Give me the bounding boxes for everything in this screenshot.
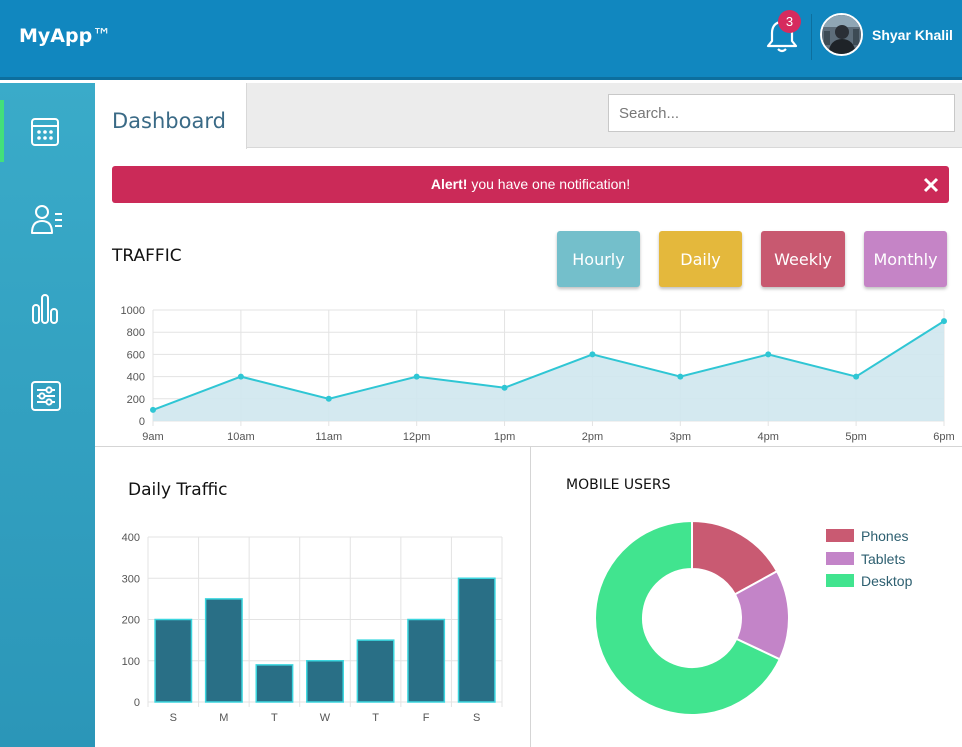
daily-traffic-title: Daily Traffic: [128, 480, 228, 500]
tab-dashboard[interactable]: Dashboard: [95, 83, 247, 149]
bar: [356, 639, 395, 703]
hourly-button[interactable]: Hourly: [557, 231, 640, 287]
daily-bar-chart: 0 100 200 300 400 S M T W T F S: [122, 532, 503, 724]
logo-main: MyApp: [19, 25, 93, 47]
bar-stats-icon: [32, 294, 58, 324]
monthly-button[interactable]: Monthly: [864, 231, 947, 287]
weekly-button[interactable]: Weekly: [761, 231, 845, 287]
x-tick-label: T: [271, 712, 278, 724]
data-point: [413, 373, 420, 380]
calendar-icon: [31, 118, 59, 146]
legend-swatch: [826, 574, 854, 587]
sidebar: [0, 83, 95, 747]
data-point: [853, 373, 860, 380]
user-list-icon: [31, 205, 62, 234]
legend-label: Phones: [861, 528, 909, 544]
notification-badge: 3: [778, 10, 801, 33]
x-tick-label: 6pm: [933, 431, 954, 443]
x-tick-label: M: [219, 712, 228, 724]
data-point: [765, 351, 772, 358]
x-tick-label: W: [320, 712, 331, 724]
x-tick-label: 11am: [315, 431, 342, 443]
bar: [306, 660, 344, 703]
y-tick-label: 0: [139, 416, 145, 428]
data-point: [677, 373, 684, 380]
data-point: [941, 318, 947, 325]
bar: [154, 618, 193, 703]
y-tick-label: 800: [127, 327, 145, 339]
section-divider-horizontal: [95, 446, 962, 447]
search-input[interactable]: [608, 94, 955, 132]
x-tick-label: 3pm: [670, 431, 691, 443]
sidebar-item-users[interactable]: [0, 188, 95, 250]
y-tick-label: 300: [122, 573, 140, 585]
bar: [407, 618, 446, 703]
alert-text: you have one notification!: [467, 176, 631, 192]
x-tick-label: 12pm: [403, 431, 431, 443]
data-point: [589, 351, 596, 358]
x-tick-label: 10am: [227, 431, 255, 443]
data-point: [325, 395, 332, 402]
legend-swatch: [826, 529, 854, 542]
data-point: [150, 406, 156, 413]
sidebar-item-calendar[interactable]: [0, 100, 95, 162]
bar: [204, 598, 243, 703]
avatar[interactable]: [820, 13, 863, 56]
alert-strong: Alert!: [430, 176, 468, 192]
user-name[interactable]: Shyar Khalil: [872, 27, 953, 43]
legend-swatch: [826, 552, 854, 565]
y-tick-label: 1000: [121, 305, 145, 317]
bar: [457, 577, 496, 703]
logo-trademark: ™: [92, 25, 112, 47]
daily-button[interactable]: Daily: [659, 231, 742, 287]
tab-dashboard-label: Dashboard: [112, 109, 226, 133]
legend-label: Desktop: [861, 573, 913, 589]
x-tick-label: S: [473, 712, 480, 724]
sliders-icon: [31, 381, 61, 411]
y-tick-label: 200: [127, 394, 145, 406]
data-point: [237, 373, 244, 380]
y-tick-label: 200: [122, 615, 140, 627]
top-header: MyApp™ 3 Shyar Khalil: [0, 0, 962, 80]
y-tick-label: 0: [134, 697, 140, 709]
mobile-users-donut-chart: [594, 519, 790, 716]
x-tick-label: 2pm: [582, 431, 603, 443]
y-tick-label: 100: [122, 656, 140, 668]
close-icon[interactable]: [923, 177, 939, 193]
y-tick-label: 400: [122, 532, 140, 544]
mobile-users-title: MOBILE USERS: [566, 477, 671, 493]
y-tick-label: 600: [127, 349, 145, 361]
section-divider-vertical: [530, 447, 531, 747]
sidebar-item-settings[interactable]: [0, 364, 95, 426]
traffic-title: TRAFFIC: [112, 246, 182, 266]
x-tick-label: S: [170, 712, 177, 724]
x-tick-label: 1pm: [494, 431, 515, 443]
bar: [255, 664, 294, 703]
traffic-line-chart: 0 200 400 600 800 1000 9am 10am 11am 12pm 1pm 2pm 3p…: [121, 305, 955, 443]
data-point: [501, 384, 508, 391]
x-tick-label: 4pm: [758, 431, 779, 443]
x-tick-label: 5pm: [845, 431, 866, 443]
header-divider: [811, 14, 812, 60]
x-tick-label: F: [423, 712, 430, 724]
x-tick-label: 9am: [142, 431, 163, 443]
sidebar-item-stats[interactable]: [0, 276, 95, 338]
x-tick-label: T: [372, 712, 379, 724]
alert-banner: Alert! you have one notification!: [112, 166, 949, 203]
app-logo[interactable]: MyApp™: [19, 25, 111, 47]
y-tick-label: 400: [127, 372, 145, 384]
legend-label: Tablets: [861, 551, 906, 567]
